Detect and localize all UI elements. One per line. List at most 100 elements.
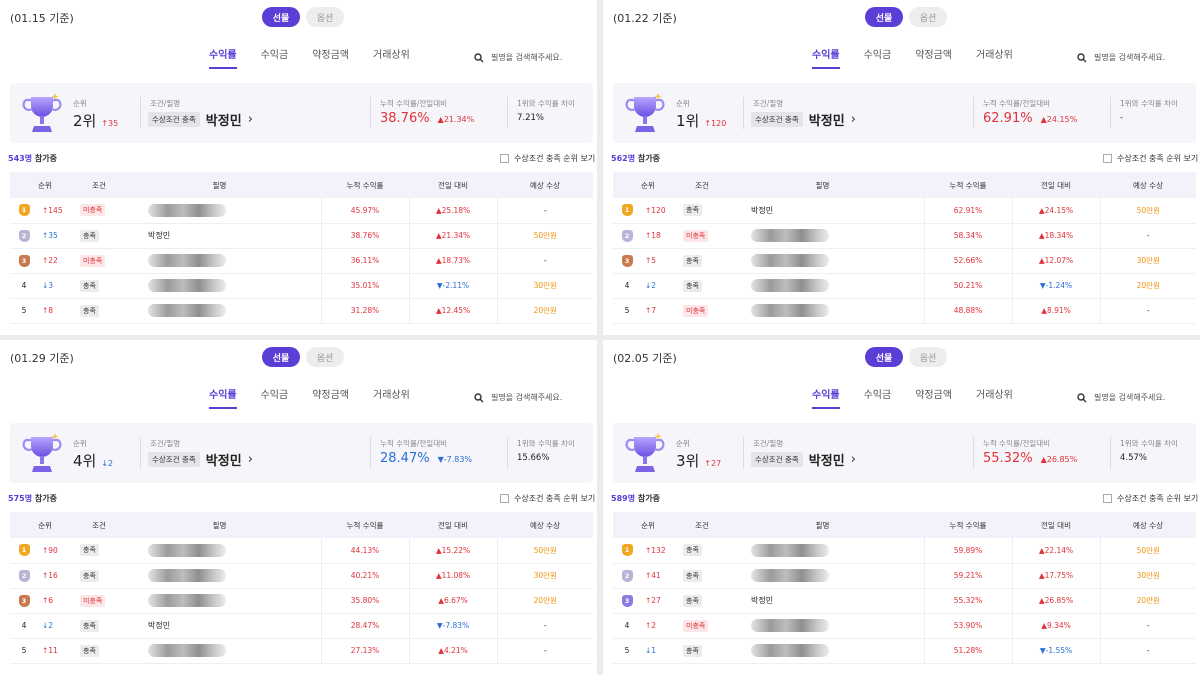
checkbox-icon[interactable] bbox=[500, 494, 509, 503]
table-row[interactable]: 2 ↑18 미충족 58.34% ▲18.34% - bbox=[613, 223, 1196, 249]
checkbox-icon[interactable] bbox=[1103, 154, 1112, 163]
table-row[interactable]: 5 ↑11 충족 27.13% ▲4.21% - bbox=[10, 638, 593, 664]
nickname-cell[interactable] bbox=[118, 588, 321, 614]
nickname-cell[interactable] bbox=[721, 273, 924, 299]
tab-contract-amount[interactable]: 약정금액 bbox=[312, 386, 349, 409]
tab-profit[interactable]: 수익금 bbox=[864, 46, 892, 69]
options-toggle-button[interactable]: 옵션 bbox=[909, 7, 947, 27]
nickname-cell[interactable] bbox=[721, 223, 924, 249]
nickname-cell[interactable] bbox=[118, 298, 321, 324]
nickname-search[interactable]: 필명을 검색해주세요. bbox=[1077, 52, 1165, 63]
tab-top-trades[interactable]: 거래상위 bbox=[373, 386, 410, 409]
table-row[interactable]: 1 ↑132 충족 59.89% ▲22.14% 50만원 bbox=[613, 538, 1196, 564]
nickname-cell[interactable] bbox=[721, 613, 924, 639]
tab-profit[interactable]: 수익금 bbox=[261, 386, 289, 409]
nickname-cell[interactable] bbox=[118, 273, 321, 299]
my-condition-name[interactable]: 수상조건 충족 박정민 › bbox=[148, 110, 253, 129]
table-row[interactable]: 5 ↓1 충족 51.28% ▼-1.55% - bbox=[613, 638, 1196, 664]
table-row[interactable]: 4 ↑2 미충족 53.90% ▲9.34% - bbox=[613, 613, 1196, 639]
nickname-cell[interactable]: 박정민 bbox=[721, 588, 924, 614]
nickname-cell[interactable] bbox=[721, 538, 924, 564]
table-row[interactable]: 3 ↑22 미충족 36.11% ▲18.73% - bbox=[10, 248, 593, 274]
header-rank: 순위 bbox=[10, 512, 80, 538]
table-row[interactable]: 3 ↑5 충족 52.66% ▲12.07% 30만원 bbox=[613, 248, 1196, 274]
participant-number: 562명 bbox=[611, 154, 636, 163]
nickname-cell[interactable]: 박정민 bbox=[118, 613, 321, 639]
nickname-cell[interactable] bbox=[118, 638, 321, 664]
table-row[interactable]: 2 ↑16 충족 40.21% ▲11.08% 30만원 bbox=[10, 563, 593, 589]
daily-change: ▼-1.24% bbox=[1011, 273, 1100, 299]
my-condition-name[interactable]: 수상조건 충족 박정민 › bbox=[751, 110, 856, 129]
my-condition-name[interactable]: 수상조건 충족 박정민 › bbox=[148, 450, 253, 469]
table-row[interactable]: 3 ↑27 충족 박정민 55.32% ▲26.85% 20만원 bbox=[613, 588, 1196, 614]
table-row[interactable]: 1 ↑145 미충족 45.97% ▲25.18% - bbox=[10, 198, 593, 224]
nickname-cell[interactable]: 박정민 bbox=[721, 198, 924, 224]
nickname-search[interactable]: 필명을 검색해주세요. bbox=[474, 52, 562, 63]
tab-return-rate[interactable]: 수익률 bbox=[812, 46, 840, 69]
options-toggle-button[interactable]: 옵션 bbox=[306, 347, 344, 367]
table-row[interactable]: 2 ↑41 충족 59.21% ▲17.75% 30만원 bbox=[613, 563, 1196, 589]
table-row[interactable]: 4 ↓2 충족 박정민 28.47% ▼-7.83% - bbox=[10, 613, 593, 639]
tab-top-trades[interactable]: 거래상위 bbox=[976, 386, 1013, 409]
qualified-only-checkbox[interactable]: 수상조건 충족 순위 보기 bbox=[1103, 493, 1198, 504]
blurred-nickname bbox=[148, 569, 226, 582]
tab-contract-amount[interactable]: 약정금액 bbox=[915, 46, 952, 69]
daily-change: ▲21.34% bbox=[408, 223, 497, 249]
qualified-only-checkbox[interactable]: 수상조건 충족 순위 보기 bbox=[500, 153, 595, 164]
nickname-cell[interactable] bbox=[118, 198, 321, 224]
tab-profit[interactable]: 수익금 bbox=[261, 46, 289, 69]
nickname-cell[interactable] bbox=[721, 248, 924, 274]
table-row[interactable]: 5 ↑8 충족 31.28% ▲12.45% 20만원 bbox=[10, 298, 593, 324]
ranking-tabs: 수익률 수익금 약정금액 거래상위 bbox=[209, 46, 410, 69]
rank-label: 순위 bbox=[676, 99, 690, 108]
tab-top-trades[interactable]: 거래상위 bbox=[373, 46, 410, 69]
gap-to-first: 15.66% bbox=[517, 453, 550, 463]
tab-profit[interactable]: 수익금 bbox=[864, 386, 892, 409]
expected-prize: - bbox=[496, 613, 593, 639]
table-row[interactable]: 5 ↑7 미충족 48.88% ▲8.91% - bbox=[613, 298, 1196, 324]
my-condition-name[interactable]: 수상조건 충족 박정민 › bbox=[751, 450, 856, 469]
nickname-cell[interactable] bbox=[721, 298, 924, 324]
checkbox-icon[interactable] bbox=[1103, 494, 1112, 503]
table-row[interactable]: 3 ↑6 미충족 35.80% ▲6.67% 20만원 bbox=[10, 588, 593, 614]
tab-contract-amount[interactable]: 약정금액 bbox=[915, 386, 952, 409]
qualified-only-checkbox[interactable]: 수상조건 충족 순위 보기 bbox=[1103, 153, 1198, 164]
rank-change: ↑6 bbox=[38, 588, 80, 614]
cumulative-return: 35.01% bbox=[320, 273, 409, 299]
futures-toggle-button[interactable]: 선물 bbox=[262, 7, 300, 27]
table-row[interactable]: 4 ↓2 충족 50.21% ▼-1.24% 20만원 bbox=[613, 273, 1196, 299]
futures-toggle-button[interactable]: 선물 bbox=[865, 347, 903, 367]
chevron-right-icon: › bbox=[850, 112, 856, 127]
nickname-cell[interactable] bbox=[118, 248, 321, 274]
nickname-cell[interactable] bbox=[721, 563, 924, 589]
nickname-cell[interactable]: 박정민 bbox=[118, 223, 321, 249]
futures-toggle-button[interactable]: 선물 bbox=[262, 347, 300, 367]
tab-return-rate[interactable]: 수익률 bbox=[812, 386, 840, 409]
participant-suffix: 참가중 bbox=[34, 154, 57, 163]
table-row[interactable]: 4 ↓3 충족 35.01% ▼-2.11% 30만원 bbox=[10, 273, 593, 299]
tab-return-rate[interactable]: 수익률 bbox=[209, 46, 237, 69]
table-row[interactable]: 1 ↑90 충족 44.13% ▲15.22% 50만원 bbox=[10, 538, 593, 564]
qualified-only-checkbox[interactable]: 수상조건 충족 순위 보기 bbox=[500, 493, 595, 504]
options-toggle-button[interactable]: 옵션 bbox=[909, 347, 947, 367]
participant-number: 575명 bbox=[8, 494, 33, 503]
nickname-search[interactable]: 필명을 검색해주세요. bbox=[474, 392, 562, 403]
daily-change: ▼-2.11% bbox=[408, 273, 497, 299]
blurred-nickname bbox=[148, 543, 226, 557]
nickname-cell[interactable] bbox=[721, 638, 924, 664]
tab-contract-amount[interactable]: 약정금액 bbox=[312, 46, 349, 69]
options-toggle-button[interactable]: 옵션 bbox=[306, 7, 344, 27]
futures-toggle-button[interactable]: 선물 bbox=[865, 7, 903, 27]
tab-return-rate[interactable]: 수익률 bbox=[209, 386, 237, 409]
tab-top-trades[interactable]: 거래상위 bbox=[976, 46, 1013, 69]
checkbox-icon[interactable] bbox=[500, 154, 509, 163]
search-placeholder: 필명을 검색해주세요. bbox=[491, 53, 563, 62]
cumulative-return: 48.88% bbox=[923, 298, 1012, 324]
blurred-nickname bbox=[148, 254, 226, 267]
table-row[interactable]: 1 ↑120 충족 박정민 62.91% ▲24.15% 50만원 bbox=[613, 198, 1196, 224]
nickname-search[interactable]: 필명을 검색해주세요. bbox=[1077, 392, 1165, 403]
nickname-cell[interactable] bbox=[118, 538, 321, 564]
condition-cell: 충족 bbox=[80, 638, 118, 664]
nickname-cell[interactable] bbox=[118, 563, 321, 589]
table-row[interactable]: 2 ↑35 충족 박정민 38.76% ▲21.34% 50만원 bbox=[10, 223, 593, 249]
